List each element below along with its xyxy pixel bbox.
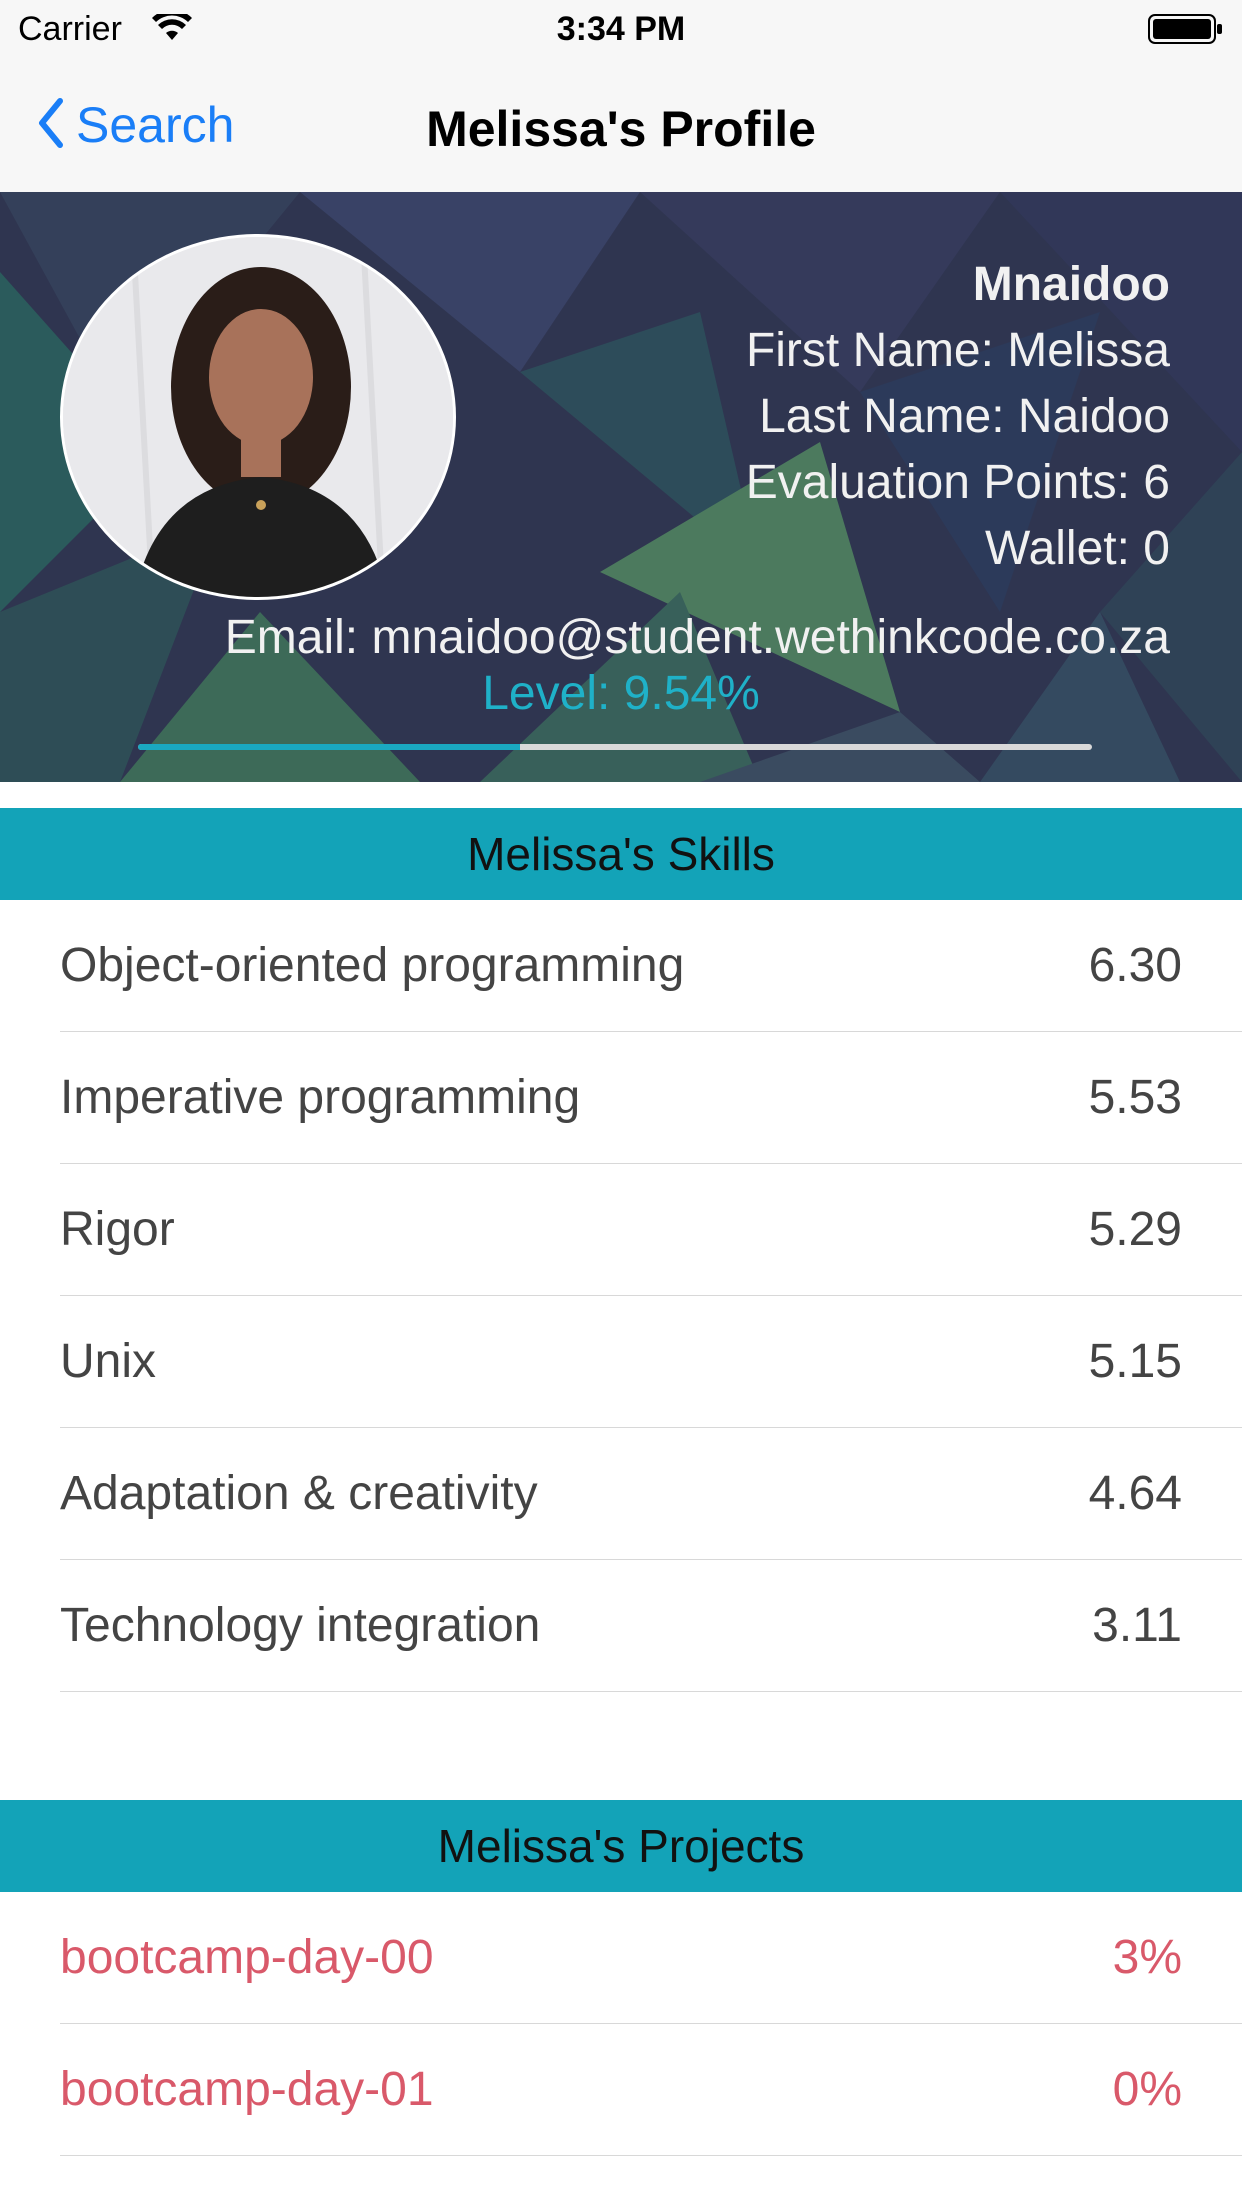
project-row[interactable]: bootcamp-day-00 3%	[0, 1892, 1242, 2024]
skill-row[interactable]: Technology integration 3.11	[0, 1560, 1242, 1692]
skill-name: Unix	[60, 1335, 157, 1388]
wallet: Wallet: 0	[985, 522, 1170, 575]
projects-title: Melissa's Projects	[437, 1820, 805, 1872]
login-name: Mnaidoo	[972, 258, 1170, 311]
skill-value: 4.64	[1088, 1467, 1182, 1520]
level-label: Level: 9.54%	[482, 667, 760, 720]
evaluation-points: Evaluation Points: 6	[745, 456, 1170, 509]
skill-name: Technology integration	[60, 1599, 541, 1652]
skill-name: Object-oriented programming	[60, 939, 685, 992]
battery-icon	[1148, 14, 1224, 49]
skill-name: Rigor	[60, 1203, 175, 1256]
skills-list: Object-oriented programming 6.30 Imperat…	[0, 900, 1242, 1692]
skill-value: 5.15	[1088, 1335, 1182, 1388]
skill-row[interactable]: Imperative programming 5.53	[0, 1032, 1242, 1164]
skill-name: Adaptation & creativity	[60, 1467, 538, 1520]
skills-section-header: Melissa's Skills	[0, 808, 1242, 900]
profile-info: Mnaidoo First Name: Melissa Last Name: N…	[746, 252, 1170, 582]
projects-list: bootcamp-day-00 3% bootcamp-day-01 0%	[0, 1892, 1242, 2156]
app-screen: Carrier 3:34 PM Search Melissa's Profile…	[0, 0, 1242, 2208]
email: Email: mnaidoo@student.wethinkcode.co.za	[224, 611, 1170, 664]
page-title: Melissa's Profile	[426, 101, 816, 157]
skill-value: 5.29	[1088, 1203, 1182, 1256]
skills-title: Melissa's Skills	[467, 828, 775, 880]
projects-section-header: Melissa's Projects	[0, 1800, 1242, 1892]
skill-value: 6.30	[1088, 939, 1182, 992]
person-portrait-icon	[63, 237, 453, 597]
project-name: bootcamp-day-01	[60, 2063, 434, 2116]
profile-header: Mnaidoo First Name: Melissa Last Name: N…	[0, 192, 1242, 782]
skill-name: Imperative programming	[60, 1071, 581, 1124]
skill-value: 5.53	[1088, 1071, 1182, 1124]
last-name: Last Name: Naidoo	[759, 390, 1170, 443]
project-percent: 0%	[1112, 2063, 1182, 2116]
skill-row[interactable]: Object-oriented programming 6.30	[0, 900, 1242, 1032]
level-progress-fill	[138, 744, 520, 750]
level-progress-bar	[138, 744, 1092, 750]
project-row[interactable]: bootcamp-day-01 0%	[0, 2024, 1242, 2156]
avatar	[60, 234, 456, 600]
navigation-bar: Search Melissa's Profile	[0, 60, 1242, 193]
project-percent: 3%	[1112, 1931, 1182, 1984]
project-name: bootcamp-day-00	[60, 1931, 434, 1984]
skill-value: 3.11	[1092, 1599, 1182, 1652]
skill-row[interactable]: Adaptation & creativity 4.64	[0, 1428, 1242, 1560]
skill-row[interactable]: Unix 5.15	[0, 1296, 1242, 1428]
skill-row[interactable]: Rigor 5.29	[0, 1164, 1242, 1296]
status-bar: Carrier 3:34 PM	[0, 0, 1242, 60]
first-name: First Name: Melissa	[745, 324, 1170, 377]
status-time: 3:34 PM	[556, 10, 686, 48]
